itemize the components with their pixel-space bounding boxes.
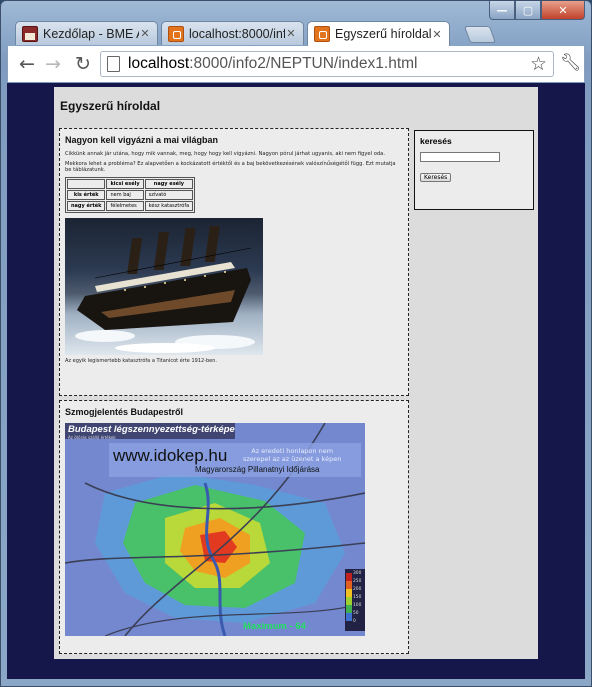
table-cell: szívató [144, 190, 194, 200]
map-tagline: Magyarország Pillanatnyi Időjárása [195, 465, 320, 474]
back-arrow-icon[interactable]: ← [16, 53, 38, 75]
article-title: Nagyon kell vigyázni a mai világban [65, 135, 219, 145]
wrench-icon[interactable]: 🔧︎ [560, 53, 582, 73]
map-note-line: szerepel az az üzenet a képen [243, 455, 342, 463]
scale-label: 50 [353, 611, 359, 616]
close-tab-icon[interactable]: ✕ [285, 27, 297, 40]
table-header-cell: nagy esély [144, 179, 194, 189]
map-maximum: Maximum - 64 [243, 621, 306, 632]
tab-title: Kezdőlap - BME A [43, 26, 139, 41]
smog-map-image: Budapest légszennyezettség-térképe Az öt… [65, 423, 365, 636]
page-icon [107, 56, 120, 72]
scale-label: 100 [353, 603, 362, 608]
search-box: keresés Keresés [414, 130, 534, 210]
table-cell: nem baj [106, 190, 144, 200]
article-paragraph: Mekkora lehet a probléma? Ez alapvetően … [65, 161, 396, 173]
table-row-header: nagy érték [67, 201, 106, 211]
risk-table: kicsi esély nagy esély kis érték nem baj… [65, 177, 196, 213]
url-text: localhost:8000/info2/NEPTUN/index1.html [128, 55, 418, 73]
url-path: :8000/info2/NEPTUN/index1.html [189, 55, 418, 72]
close-button[interactable]: ✕ [541, 1, 585, 20]
titanic-image [65, 218, 263, 355]
table-header-cell: kicsi esély [106, 179, 144, 189]
map-note-line: Az eredeti honlapon nem [251, 447, 334, 455]
tab-title: Egyszerű híroldal - [335, 27, 431, 41]
url-host: localhost [128, 55, 190, 72]
new-tab-button[interactable] [463, 26, 497, 43]
tab-localhost[interactable]: localhost:8000/inf ✕ [161, 21, 304, 45]
image-caption: Az egyik legismertebb katasztrófa a Tita… [65, 358, 218, 364]
map-brand: www.idokep.hu [113, 446, 228, 465]
page-content: Egyszerű híroldal Nagyon kell vigyázni a… [54, 87, 538, 659]
calendar-icon [22, 25, 38, 42]
map-note: Az eredeti honlapon nem szerepel az az ü… [243, 447, 341, 463]
reload-icon[interactable]: ↻ [72, 53, 94, 75]
maximize-button[interactable]: ▢ [515, 1, 541, 20]
bookmark-star-icon[interactable]: ☆ [530, 53, 547, 75]
page-icon [168, 25, 184, 42]
article-paragraph: Cikkünk annak jár utána, hogy mik vannak… [65, 151, 385, 157]
scale-label: 200 [353, 587, 362, 592]
minimize-button[interactable]: — [489, 1, 515, 20]
table-cell: félelmetes [106, 201, 144, 211]
table-cell: kész katasztrófa [144, 201, 194, 211]
table-row-header: kis érték [67, 190, 106, 200]
toolbar: ← → ↻ localhost:8000/info2/NEPTUN/index1… [7, 46, 585, 82]
map-scale-labels: 300 250 200 150 100 50 0 [353, 570, 361, 626]
table-header-row: kicsi esély nagy esély [67, 179, 194, 189]
map-heading: Budapest légszennyezettség-térképe [68, 424, 235, 435]
article-risk: Nagyon kell vigyázni a mai világban Cikk… [59, 128, 409, 396]
scale-label: 150 [353, 595, 362, 600]
window-controls: — ▢ ✕ [489, 1, 585, 20]
address-bar[interactable]: localhost:8000/info2/NEPTUN/index1.html … [100, 51, 554, 77]
search-button[interactable]: Keresés [420, 173, 452, 182]
scale-label: 300 [353, 571, 362, 576]
page-viewport: Egyszerű híroldal Nagyon kell vigyázni a… [7, 83, 585, 679]
table-row: kis érték nem baj szívató [67, 190, 194, 200]
article-smog: Szmogjelentés Budapestről Budapest légsz… [59, 400, 409, 654]
article-title: Szmogjelentés Budapestről [65, 407, 184, 417]
map-subheading: Az ötórás szálló értékek [68, 435, 116, 440]
browser-window: — ▢ ✕ Kezdőlap - BME A ✕ localhost:8000/… [0, 0, 592, 687]
table-header-cell [67, 179, 106, 189]
search-title: keresés [420, 136, 452, 146]
close-tab-icon[interactable]: ✕ [139, 27, 151, 40]
site-title: Egyszerű híroldal [60, 99, 161, 113]
tab-egyszeru-hiroldal[interactable]: Egyszerű híroldal - ✕ [307, 21, 450, 46]
scale-label: 250 [353, 579, 362, 584]
close-tab-icon[interactable]: ✕ [431, 28, 443, 41]
tab-title: localhost:8000/inf [189, 26, 285, 41]
scale-label: 0 [353, 619, 356, 624]
search-input[interactable] [420, 152, 500, 162]
table-row: nagy érték félelmetes kész katasztrófa [67, 201, 194, 211]
forward-arrow-icon[interactable]: → [42, 53, 64, 75]
tab-kezdolap[interactable]: Kezdőlap - BME A ✕ [15, 21, 158, 45]
titanic-illustration [75, 226, 255, 353]
page-icon [314, 26, 330, 42]
tab-strip: Kezdőlap - BME A ✕ localhost:8000/inf ✕ … [15, 21, 575, 46]
